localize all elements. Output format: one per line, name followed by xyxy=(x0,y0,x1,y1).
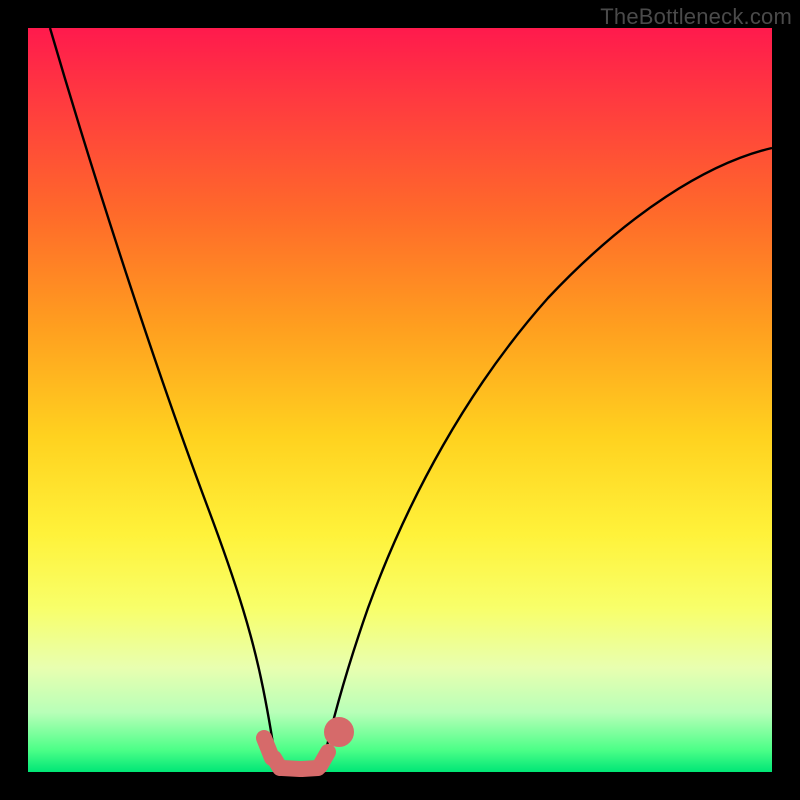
valley-marker-dot xyxy=(332,725,346,739)
bottleneck-curve xyxy=(28,28,772,772)
chart-frame: TheBottleneck.com xyxy=(0,0,800,800)
curve-right-branch xyxy=(322,148,772,768)
watermark-text: TheBottleneck.com xyxy=(600,4,792,30)
valley-markers-group xyxy=(264,725,346,769)
valley-marker-5 xyxy=(320,752,328,766)
curve-left-branch xyxy=(50,28,276,768)
